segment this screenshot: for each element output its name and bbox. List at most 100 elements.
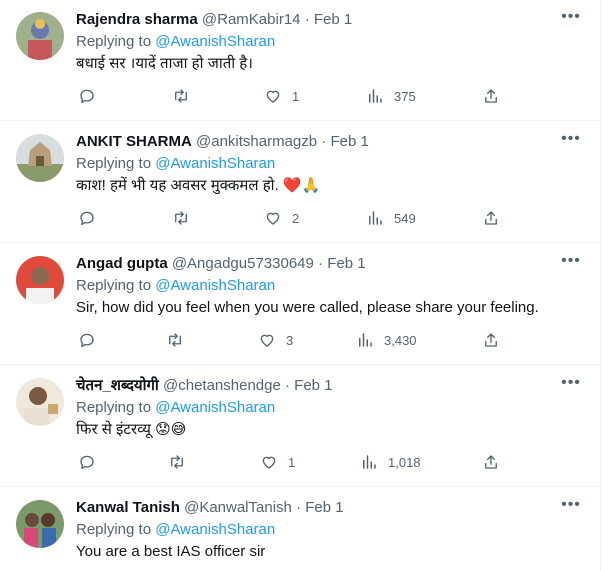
tweet-actions: 3 3,430 [76, 330, 497, 350]
tweet-text: बधाई सर ।यादें ताजा हो जाती है। [76, 55, 253, 72]
retweet-button[interactable] [172, 208, 190, 228]
share-button[interactable] [482, 86, 500, 106]
replying-to-handle[interactable]: @AwanishSharan [155, 521, 275, 538]
reply-button[interactable] [78, 452, 96, 472]
tweet-header: चेतन_शब्दयोगी @chetanshendge · Feb 1 [76, 377, 333, 394]
share-button[interactable] [482, 452, 500, 472]
share-icon [485, 89, 497, 103]
display-name[interactable]: ANKIT SHARMA [76, 133, 192, 150]
reply-feed: Rajendra sharma @RamKabir14 · Feb 1 ••• … [0, 0, 601, 571]
like-button[interactable]: 1 [260, 452, 295, 472]
views-icon [369, 211, 382, 225]
tweet-emoji: 😟😅 [155, 421, 187, 438]
more-icon[interactable]: ••• [560, 131, 582, 152]
like-count: 1 [292, 88, 300, 104]
heart-icon [260, 334, 274, 347]
view-count: 1,018 [388, 454, 421, 470]
tweet-date[interactable]: Feb 1 [327, 255, 365, 272]
tweet-header: Kanwal Tanish @KanwalTanish · Feb 1 [76, 499, 344, 516]
share-button[interactable] [482, 208, 500, 228]
tweet-text: फिर से इंटरव्यू 😟😅 [76, 421, 187, 438]
retweet-button[interactable] [168, 452, 186, 472]
retweet-icon [175, 89, 187, 103]
reply-icon [80, 333, 94, 348]
view-count: 549 [394, 210, 416, 226]
like-button[interactable]: 1 [264, 86, 299, 106]
user-handle[interactable]: @KanwalTanish [184, 499, 292, 516]
like-button[interactable]: 2 [264, 208, 299, 228]
more-icon[interactable]: ••• [560, 253, 582, 274]
display-name[interactable]: चेतन_शब्दयोगी [76, 377, 159, 394]
user-handle[interactable]: @Angadgu57330649 [172, 255, 314, 272]
user-handle[interactable]: @chetanshendge [163, 377, 281, 394]
tweet[interactable]: ANKIT SHARMA @ankitsharmagzb · Feb 1 •••… [0, 122, 600, 243]
retweet-button[interactable] [166, 330, 184, 350]
display-name[interactable]: Angad gupta [76, 255, 168, 272]
tweet-header: Angad gupta @Angadgu57330649 · Feb 1 [76, 255, 366, 272]
tweet-date[interactable]: Feb 1 [314, 11, 352, 28]
like-count: 2 [292, 210, 300, 226]
reply-icon [80, 455, 94, 470]
tweet[interactable]: चेतन_शब्दयोगी @chetanshendge · Feb 1 •••… [0, 366, 600, 487]
replying-to: Replying to @AwanishSharan [76, 521, 276, 538]
reply-button[interactable] [78, 86, 96, 106]
reply-button[interactable] [78, 208, 96, 228]
replying-to: Replying to @AwanishSharan [76, 33, 276, 50]
retweet-button[interactable] [172, 86, 190, 106]
reply-button[interactable] [78, 330, 96, 350]
views-button[interactable]: 375 [366, 86, 416, 106]
tweet-actions: 1 1,018 [76, 452, 497, 472]
replying-to: Replying to @AwanishSharan [76, 277, 276, 294]
more-icon[interactable]: ••• [560, 9, 582, 30]
retweet-icon [169, 333, 181, 347]
share-icon [485, 455, 497, 469]
share-icon [485, 333, 497, 347]
replying-to: Replying to @AwanishSharan [76, 399, 276, 416]
tweet-actions: 2 549 [76, 208, 497, 228]
view-count: 3,430 [384, 332, 417, 348]
more-icon[interactable]: ••• [560, 375, 582, 396]
display-name[interactable]: Kanwal Tanish [76, 499, 180, 516]
tweet-text: Sir, how did you feel when you were call… [76, 299, 539, 316]
replying-to-handle[interactable]: @AwanishSharan [155, 33, 275, 50]
view-count: 375 [394, 88, 416, 104]
avatar[interactable] [16, 500, 64, 548]
reply-icon [80, 89, 94, 104]
avatar[interactable] [16, 378, 64, 426]
tweet-header: Rajendra sharma @RamKabir14 · Feb 1 [76, 11, 353, 28]
user-handle[interactable]: @ankitsharmagzb [196, 133, 317, 150]
views-button[interactable]: 3,430 [356, 330, 417, 350]
avatar[interactable] [16, 12, 64, 60]
tweet-date[interactable]: Feb 1 [330, 133, 368, 150]
views-icon [363, 455, 376, 469]
share-icon [485, 211, 497, 225]
like-count: 1 [288, 454, 296, 470]
views-button[interactable]: 1,018 [360, 452, 421, 472]
heart-icon [262, 456, 276, 469]
user-handle[interactable]: @RamKabir14 [202, 11, 301, 28]
views-icon [359, 333, 372, 347]
tweet-actions: 1 375 [76, 86, 497, 106]
tweet-date[interactable]: Feb 1 [305, 499, 343, 516]
display-name[interactable]: Rajendra sharma [76, 11, 198, 28]
replying-to-handle[interactable]: @AwanishSharan [155, 399, 275, 416]
reply-icon [80, 211, 94, 226]
share-button[interactable] [482, 330, 500, 350]
heart-icon [266, 212, 280, 225]
replying-to: Replying to @AwanishSharan [76, 155, 276, 172]
like-count: 3 [286, 332, 294, 348]
more-icon[interactable]: ••• [560, 497, 582, 518]
tweet[interactable]: Rajendra sharma @RamKabir14 · Feb 1 ••• … [0, 0, 600, 121]
tweet[interactable]: Angad gupta @Angadgu57330649 · Feb 1 •••… [0, 244, 600, 365]
like-button[interactable]: 3 [258, 330, 293, 350]
views-button[interactable]: 549 [366, 208, 416, 228]
avatar[interactable] [16, 256, 64, 304]
replying-to-handle[interactable]: @AwanishSharan [155, 155, 275, 172]
tweet[interactable]: Kanwal Tanish @KanwalTanish · Feb 1 ••• … [0, 488, 600, 571]
tweet-date[interactable]: Feb 1 [294, 377, 332, 394]
tweet-header: ANKIT SHARMA @ankitsharmagzb · Feb 1 [76, 133, 369, 150]
retweet-icon [171, 455, 183, 469]
replying-to-handle[interactable]: @AwanishSharan [155, 277, 275, 294]
tweet-text: काश! हमें भी यह अवसर मुक्कमल हो. ❤️🙏 [76, 177, 321, 194]
avatar[interactable] [16, 134, 64, 182]
